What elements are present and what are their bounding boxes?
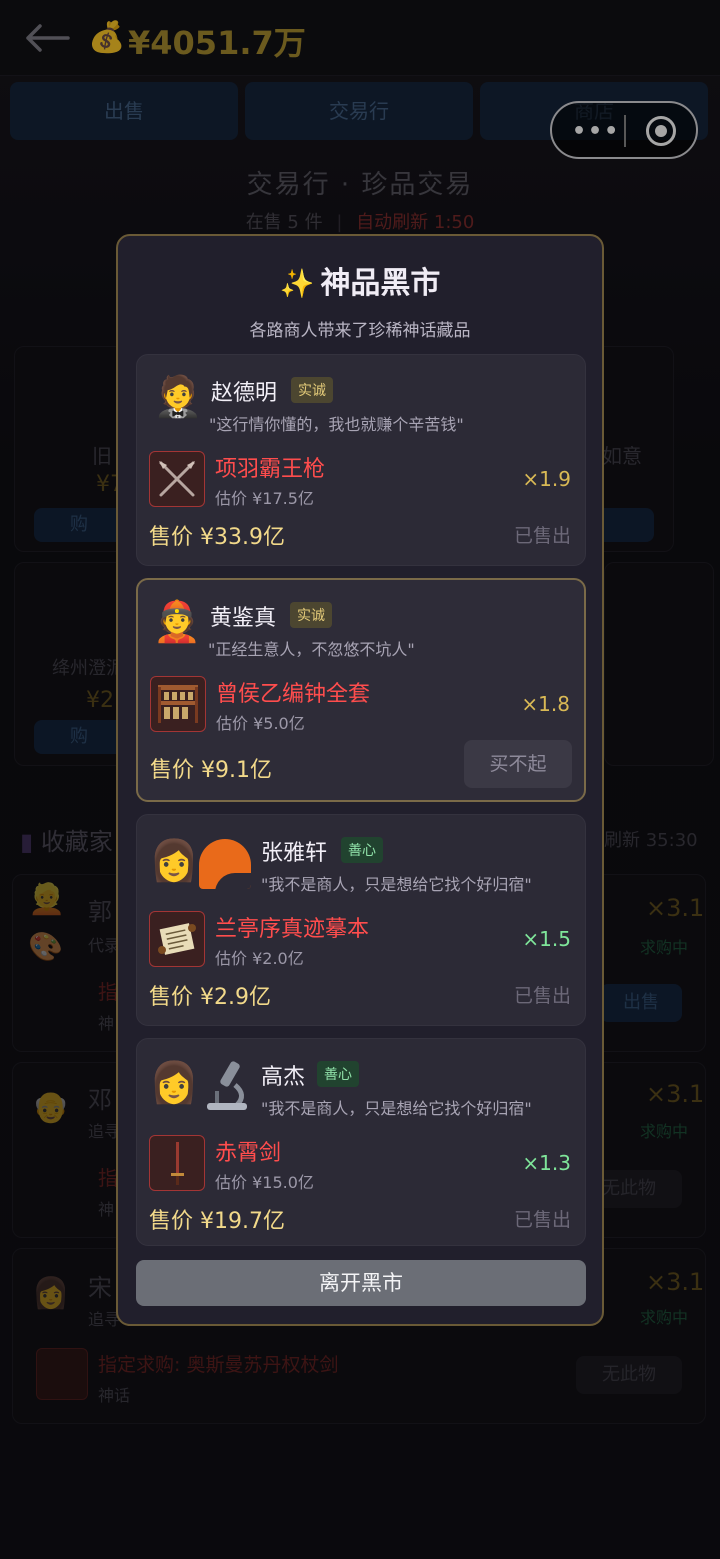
item-estimate: 估价 ¥5.0亿: [216, 714, 305, 733]
crossed-spears-icon: [149, 451, 205, 507]
sale-price: 售价 ¥9.1亿: [150, 758, 272, 783]
sold-out-label: 已售出: [513, 985, 571, 1007]
sold-out-label: 已售出: [513, 1209, 571, 1231]
merchant-badge: 善心: [341, 837, 383, 863]
microscope-icon: [207, 1061, 247, 1110]
sparkles-icon: ✨: [279, 267, 315, 300]
item-name: 赤霄剑: [215, 1141, 282, 1166]
merchant-name: 赵德明: [211, 381, 278, 406]
sale-price: 售价 ¥33.9亿: [149, 525, 285, 550]
merchant-avatar: 👩: [149, 838, 199, 884]
merchant-avatar: 🤵: [153, 374, 203, 420]
merchant-badge: 善心: [317, 1061, 359, 1087]
merchant-card: 👩 张雅轩 善心 "我不是商人，只是想给它找个好归宿" 兰亭序真迹摹本 估价 ¥…: [136, 814, 586, 1026]
merchant-quote: "我不是商人，只是想给它找个好归宿": [261, 1099, 532, 1118]
merchant-name: 高杰: [261, 1065, 306, 1090]
item-name: 兰亭序真迹摹本: [215, 917, 370, 942]
cant-afford-button[interactable]: 买不起: [464, 740, 572, 788]
merchant-badge: 实诚: [291, 377, 333, 403]
item-estimate: 估价 ¥17.5亿: [215, 489, 314, 508]
black-market-modal: ✨ 神品黑市 各路商人带来了珍稀神话藏品 🤵 赵德明 实诚 "这行情你懂的，我也就…: [116, 234, 604, 1326]
item-name: 曾侯乙编钟全套: [216, 682, 371, 707]
merchant-card: 👲 黄鉴真 实诚 "正经生意人，不忽悠不坑人" 曾侯乙编钟全套 估价 ¥5.0亿…: [136, 578, 586, 802]
sold-out-label: 已售出: [513, 525, 571, 547]
merchant-name: 黄鉴真: [210, 606, 277, 631]
scroll-icon: [149, 911, 205, 967]
merchant-avatar: 👩: [149, 1060, 199, 1106]
merchant-hair-icon: [199, 839, 251, 889]
merchant-card: 🤵 赵德明 实诚 "这行情你懂的，我也就赚个辛苦钱" 项羽霸王枪 估价 ¥17.…: [136, 354, 586, 566]
item-estimate: 估价 ¥15.0亿: [215, 1173, 314, 1192]
merchant-avatar: 👲: [152, 599, 202, 645]
merchant-quote: "我不是商人，只是想给它找个好归宿": [261, 875, 532, 894]
price-multiplier: ×1.9: [522, 467, 571, 491]
modal-subtitle: 各路商人带来了珍稀神话藏品: [249, 321, 471, 341]
modal-title-text: 神品黑市: [320, 266, 441, 301]
merchant-card: 👩 高杰 善心 "我不是商人，只是想给它找个好归宿" 赤霄剑 估价 ¥15.0亿…: [136, 1038, 586, 1246]
sale-price: 售价 ¥19.7亿: [149, 1209, 285, 1234]
item-name: 项羽霸王枪: [215, 457, 326, 482]
modal-title: ✨ 神品黑市: [118, 258, 602, 302]
merchant-badge: 实诚: [290, 602, 332, 628]
leave-black-market-button[interactable]: 离开黑市: [136, 1260, 586, 1306]
merchant-name: 张雅轩: [261, 841, 328, 866]
sale-price: 售价 ¥2.9亿: [149, 985, 271, 1010]
price-multiplier: ×1.5: [522, 927, 571, 951]
price-multiplier: ×1.8: [521, 692, 570, 716]
merchant-quote: "正经生意人，不忽悠不坑人": [208, 640, 415, 659]
sword-icon: [149, 1135, 205, 1191]
item-estimate: 估价 ¥2.0亿: [215, 949, 304, 968]
bells-icon: [150, 676, 206, 732]
merchant-quote: "这行情你懂的，我也就赚个辛苦钱": [209, 415, 464, 434]
price-multiplier: ×1.3: [522, 1151, 571, 1175]
